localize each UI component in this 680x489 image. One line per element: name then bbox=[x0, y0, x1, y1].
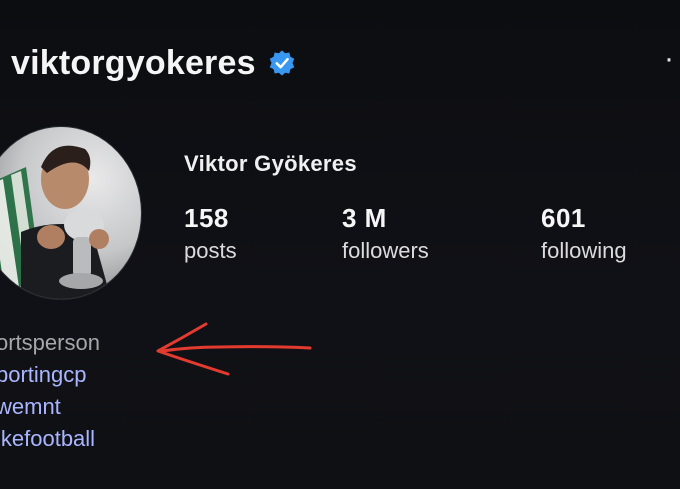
followers-stat[interactable]: 3 M followers bbox=[342, 203, 429, 264]
avatar[interactable] bbox=[0, 126, 142, 300]
bio-tag-link[interactable]: ikefootball bbox=[0, 423, 100, 455]
bio-category: ortsperson bbox=[0, 330, 100, 355]
bio: ortsperson portingcp wemnt ikefootball bbox=[0, 327, 100, 455]
following-label: following bbox=[541, 238, 627, 263]
posts-label: posts bbox=[184, 238, 237, 263]
following-stat[interactable]: 601 following bbox=[541, 203, 627, 264]
followers-label: followers bbox=[342, 238, 429, 263]
verified-badge-icon bbox=[269, 50, 294, 76]
followers-count: 3 M bbox=[342, 203, 387, 233]
full-name: Viktor Gyökeres bbox=[184, 151, 357, 176]
annotation-arrow-icon bbox=[156, 322, 312, 376]
profile-screen: viktorgyokeres · Viktor Gyökeres 158 pos… bbox=[0, 0, 680, 489]
bio-tag-link[interactable]: portingcp bbox=[0, 359, 100, 391]
bio-tag-link[interactable]: wemnt bbox=[0, 391, 100, 423]
posts-count: 158 bbox=[184, 203, 229, 233]
more-dot-icon[interactable]: · bbox=[664, 44, 674, 74]
following-count: 601 bbox=[541, 203, 586, 233]
profile-header: viktorgyokeres bbox=[11, 38, 296, 88]
avatar-photo bbox=[0, 145, 111, 299]
username: viktorgyokeres bbox=[11, 43, 256, 82]
posts-stat[interactable]: 158 posts bbox=[184, 203, 237, 264]
